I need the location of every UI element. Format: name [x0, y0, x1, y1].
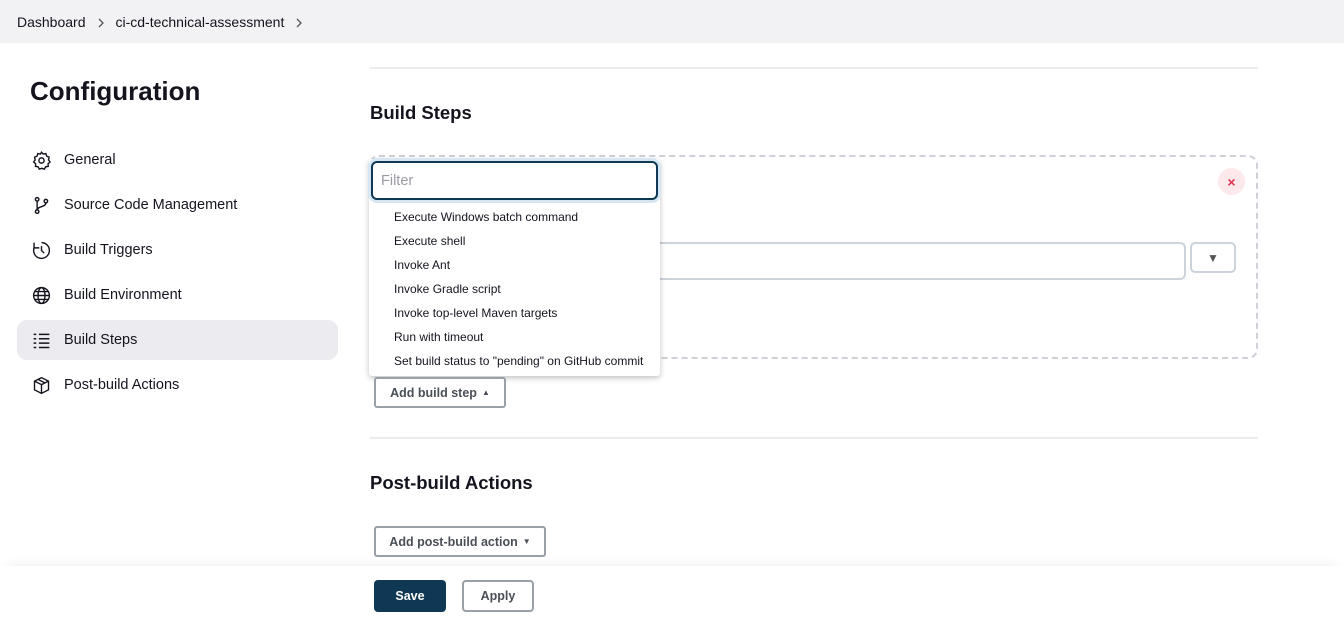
- sidebar-item-build-steps[interactable]: Build Steps: [17, 320, 338, 360]
- sidebar-item-label: General: [64, 152, 116, 168]
- section-divider: [370, 437, 1258, 439]
- caret-down-icon: ▼: [522, 537, 531, 546]
- chevron-right-icon: [86, 14, 116, 30]
- menu-item-execute-windows-batch[interactable]: Execute Windows batch command: [369, 205, 660, 229]
- menu-item-execute-shell[interactable]: Execute shell: [369, 229, 660, 253]
- apply-button[interactable]: Apply: [462, 580, 534, 612]
- clock-icon: [30, 239, 52, 261]
- sidebar-item-label: Post-build Actions: [64, 377, 180, 393]
- select-dropdown-button[interactable]: ▼: [1190, 242, 1236, 273]
- filter-input[interactable]: [371, 161, 658, 200]
- menu-item-invoke-ant[interactable]: Invoke Ant: [369, 253, 660, 277]
- page-title: Configuration: [30, 76, 201, 106]
- post-build-actions-title: Post-build Actions: [370, 472, 533, 493]
- sidebar-item-label: Build Triggers: [64, 242, 153, 258]
- sidebar-item-label: Build Steps: [64, 332, 138, 348]
- sidebar-item-source-code-management[interactable]: Source Code Management: [17, 185, 338, 225]
- caret-up-icon: ▲: [481, 388, 490, 397]
- build-steps-title: Build Steps: [370, 102, 472, 123]
- menu-item-invoke-maven[interactable]: Invoke top-level Maven targets: [369, 301, 660, 325]
- gear-icon: [30, 149, 52, 171]
- menu-item-invoke-gradle[interactable]: Invoke Gradle script: [369, 277, 660, 301]
- menu-item-set-build-status[interactable]: Set build status to "pending" on GitHub …: [369, 349, 660, 373]
- sidebar-item-post-build-actions[interactable]: Post-build Actions: [17, 365, 338, 405]
- sidebar-item-label: Build Environment: [64, 287, 182, 303]
- sidebar-item-build-triggers[interactable]: Build Triggers: [17, 230, 338, 270]
- add-post-build-action-label: Add post-build action: [389, 534, 518, 549]
- build-step-select-field[interactable]: [655, 242, 1186, 280]
- menu-item-run-with-timeout[interactable]: Run with timeout: [369, 325, 660, 349]
- sidebar-item-label: Source Code Management: [64, 197, 238, 213]
- section-divider: [370, 67, 1258, 69]
- add-post-build-action-button[interactable]: Add post-build action ▼: [374, 526, 546, 557]
- list-icon: [30, 329, 52, 351]
- sidebar-nav: General Source Code Management Build Tri…: [17, 140, 338, 410]
- bottom-action-bar: [0, 566, 1344, 624]
- add-build-step-button[interactable]: Add build step ▲: [374, 377, 506, 408]
- breadcrumb-dashboard[interactable]: Dashboard: [17, 14, 86, 30]
- breadcrumb: Dashboard ci-cd-technical-assessment: [0, 0, 1344, 43]
- sidebar-item-build-environment[interactable]: Build Environment: [17, 275, 338, 315]
- build-step-dropdown: Execute Windows batch command Execute sh…: [369, 159, 660, 376]
- globe-icon: [30, 284, 52, 306]
- close-icon[interactable]: ×: [1218, 168, 1245, 195]
- package-icon: [30, 374, 52, 396]
- dropdown-list: Execute Windows batch command Execute sh…: [369, 205, 660, 373]
- chevron-right-icon[interactable]: [284, 14, 314, 30]
- save-button[interactable]: Save: [374, 580, 446, 612]
- add-build-step-label: Add build step: [390, 385, 477, 400]
- sidebar-item-general[interactable]: General: [17, 140, 338, 180]
- breadcrumb-project[interactable]: ci-cd-technical-assessment: [116, 14, 285, 30]
- git-branch-icon: [30, 194, 52, 216]
